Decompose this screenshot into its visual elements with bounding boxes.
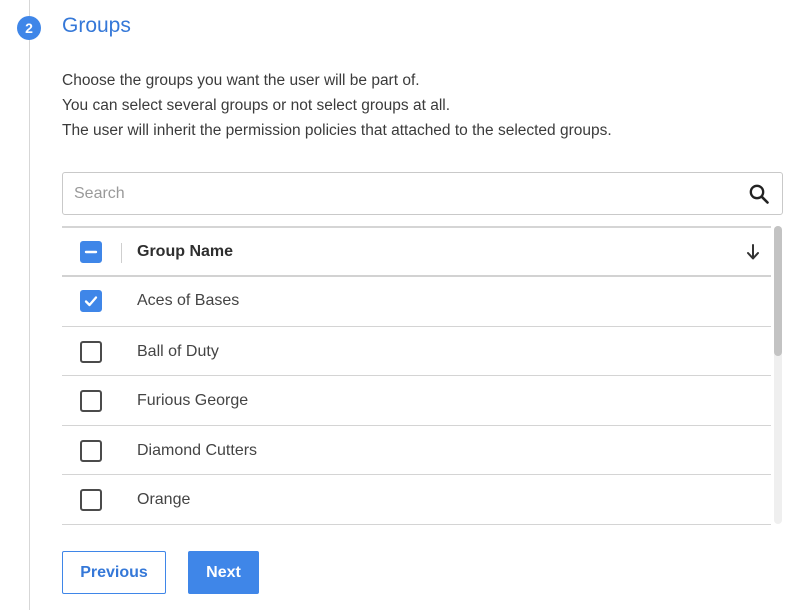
group-name-cell: Ball of Duty (137, 342, 219, 360)
row-checkbox[interactable] (80, 390, 102, 412)
table-row[interactable]: Orange (62, 475, 771, 525)
step-number-badge: 2 (17, 16, 41, 40)
previous-button[interactable]: Previous (62, 551, 166, 594)
table-header-row: Group Name (62, 228, 771, 277)
table-row[interactable]: Aces of Bases (62, 277, 771, 327)
column-header-group-name[interactable]: Group Name (137, 243, 233, 261)
description-line: The user will inherit the permission pol… (62, 122, 612, 139)
arrow-down-icon[interactable] (745, 243, 761, 261)
group-name-cell: Furious George (137, 392, 249, 409)
scrollbar-thumb[interactable] (774, 226, 782, 356)
next-button[interactable]: Next (188, 551, 259, 594)
table-scrollbar[interactable] (774, 226, 782, 524)
header-divider (121, 243, 122, 263)
row-checkbox[interactable] (80, 340, 102, 363)
row-checkbox-cell (62, 475, 122, 524)
description-line: You can select several groups or not sel… (62, 97, 451, 114)
description-line: Choose the groups you want the user will… (62, 72, 420, 89)
row-checkbox-cell (62, 376, 122, 425)
search-icon[interactable] (748, 183, 770, 205)
groups-table: Group Name Aces of Bases Ball of Duty Fu… (62, 226, 771, 525)
minus-icon (84, 250, 98, 254)
table-row[interactable]: Furious George (62, 376, 771, 426)
user-wizard-groups-step: 2 Groups Choose the groups you want the … (0, 0, 792, 610)
group-name-cell: Aces of Bases (137, 292, 240, 309)
step-title: Groups (62, 14, 131, 37)
select-all-checkbox[interactable] (80, 241, 102, 263)
row-checkbox[interactable] (80, 489, 102, 511)
group-name-cell: Diamond Cutters (137, 441, 258, 459)
stepper-line (29, 0, 30, 610)
search-box (62, 172, 783, 215)
row-checkbox[interactable] (80, 290, 102, 312)
search-input[interactable] (64, 174, 724, 213)
step-description: Choose the groups you want the user will… (62, 68, 762, 143)
row-checkbox-cell (62, 277, 122, 326)
group-name-cell: Orange (137, 491, 191, 508)
check-icon (84, 296, 98, 307)
table-row[interactable]: Ball of Duty (62, 327, 771, 376)
row-checkbox-cell (62, 327, 122, 376)
select-all-cell (62, 228, 122, 275)
table-row[interactable]: Diamond Cutters (62, 426, 771, 475)
row-checkbox[interactable] (80, 439, 102, 462)
row-checkbox-cell (62, 426, 122, 475)
